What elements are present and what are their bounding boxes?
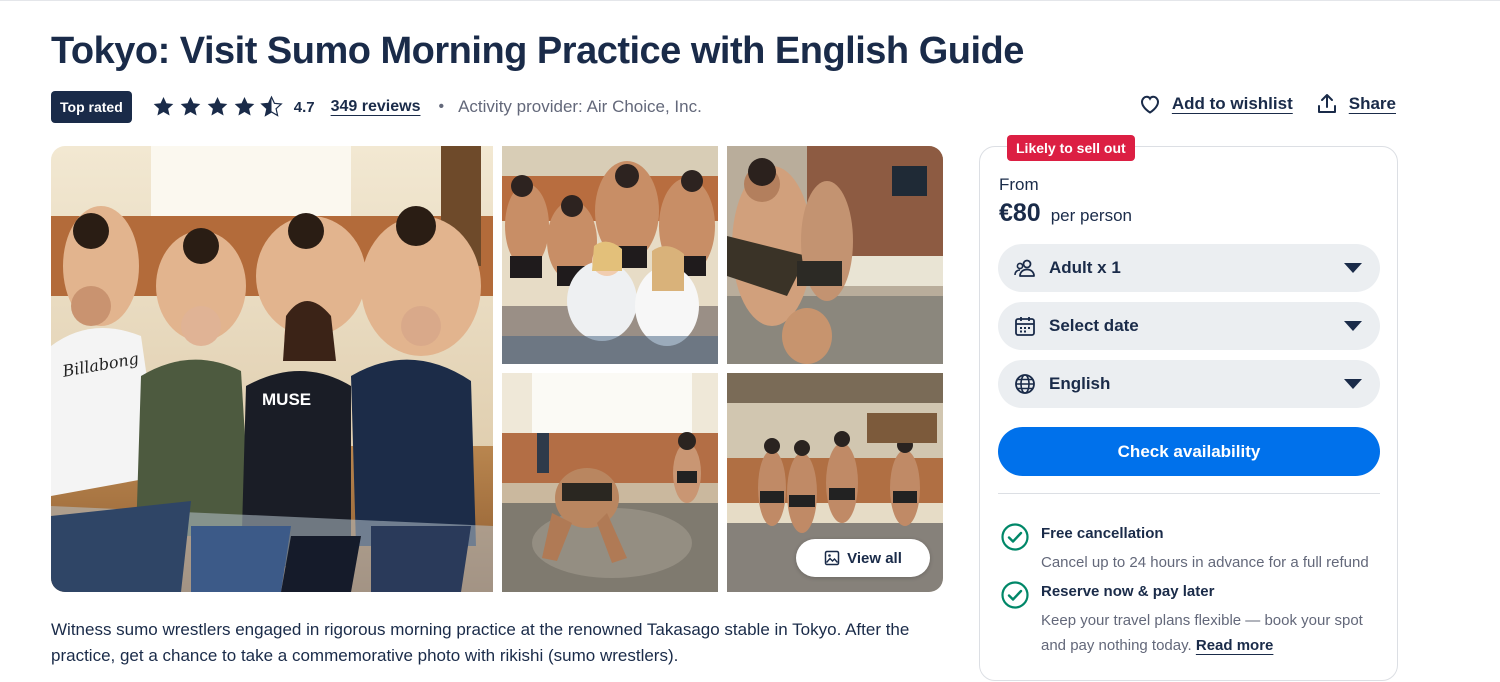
- photo-gallery: MUSE Billabong View all: [51, 146, 943, 592]
- participants-value: Adult x 1: [1049, 258, 1121, 277]
- heart-icon: [1140, 95, 1159, 114]
- star-icon: [153, 97, 174, 116]
- calendar-icon: [1015, 317, 1035, 336]
- language-select[interactable]: English: [998, 360, 1380, 408]
- wishlist-label: Add to wishlist: [1171, 94, 1293, 113]
- add-to-wishlist-button[interactable]: Add to wishlist: [1138, 92, 1293, 116]
- activity-meta: Top rated 4.7 349 reviews • Activity pro…: [51, 91, 702, 123]
- meta-separator: •: [438, 98, 445, 115]
- share-icon: [1317, 94, 1336, 113]
- rating-value: 4.7: [293, 98, 315, 116]
- booking-card: Likely to sell out From €80 per person A…: [979, 135, 1398, 681]
- photo-thumb-1[interactable]: [502, 146, 718, 364]
- page-actions: Add to wishlist Share: [1138, 92, 1396, 116]
- feature-text: Cancel up to 24 hours in advance for a f…: [1041, 554, 1369, 571]
- activity-description: Witness sumo wrestlers engaged in rigoro…: [51, 620, 910, 665]
- image-icon: [824, 550, 840, 566]
- photo-thumb-3[interactable]: [502, 373, 718, 592]
- share-label: Share: [1348, 94, 1396, 113]
- check-availability-button[interactable]: Check availability: [998, 427, 1380, 476]
- view-all-label: View all: [847, 549, 902, 567]
- feature-title: Free cancellation: [1041, 525, 1164, 542]
- top-divider: [0, 0, 1500, 1]
- sumo-squat-image: [502, 373, 718, 592]
- top-rated-badge: Top rated: [51, 91, 132, 123]
- chevron-down-icon: [1344, 379, 1362, 389]
- check-circle-icon: [1001, 581, 1029, 609]
- sumo-practice-image: [727, 146, 943, 364]
- price-value: €80: [999, 199, 1041, 227]
- reviews-link[interactable]: 349 reviews: [331, 98, 421, 116]
- view-all-button[interactable]: View all: [796, 539, 930, 577]
- per-person-label: per person: [1050, 206, 1132, 225]
- half-star-icon: [260, 95, 283, 117]
- read-more-link[interactable]: Read more: [1196, 637, 1274, 654]
- free-cancellation-feature: Free cancellation Cancel up to 24 hours …: [1000, 523, 1390, 575]
- date-select[interactable]: Select date: [998, 302, 1380, 350]
- main-photo[interactable]: MUSE Billabong: [51, 146, 493, 592]
- star-icon: [180, 97, 201, 116]
- reserve-now-feature: Reserve now & pay later Keep your travel…: [1000, 581, 1390, 658]
- chevron-down-icon: [1344, 263, 1362, 273]
- likely-to-sell-out-badge: Likely to sell out: [1007, 135, 1135, 161]
- sumo-group-image: [502, 146, 718, 364]
- star-icon: [207, 97, 228, 116]
- card-divider: [998, 493, 1380, 494]
- activity-provider: Activity provider: Air Choice, Inc.: [458, 97, 702, 116]
- share-button[interactable]: Share: [1315, 92, 1396, 116]
- chevron-down-icon: [1344, 321, 1362, 331]
- feature-title: Reserve now & pay later: [1041, 583, 1215, 600]
- group-photo-image: MUSE Billabong: [51, 146, 493, 592]
- globe-icon: [1015, 374, 1035, 394]
- feature-text: Keep your travel plans flexible — book y…: [1041, 608, 1390, 658]
- date-value: Select date: [1049, 316, 1139, 335]
- price-from-label: From: [999, 175, 1039, 194]
- participants-icon: [1014, 259, 1035, 277]
- shirt-text: MUSE: [262, 390, 311, 409]
- language-value: English: [1049, 374, 1111, 393]
- price-row: €80 per person: [999, 199, 1132, 228]
- check-circle-icon: [1001, 523, 1029, 551]
- page-title: Tokyo: Visit Sumo Morning Practice with …: [51, 30, 1024, 72]
- rating-stars: [151, 95, 284, 119]
- star-icon: [234, 97, 255, 116]
- photo-thumb-2[interactable]: [727, 146, 943, 364]
- participants-select[interactable]: Adult x 1: [998, 244, 1380, 292]
